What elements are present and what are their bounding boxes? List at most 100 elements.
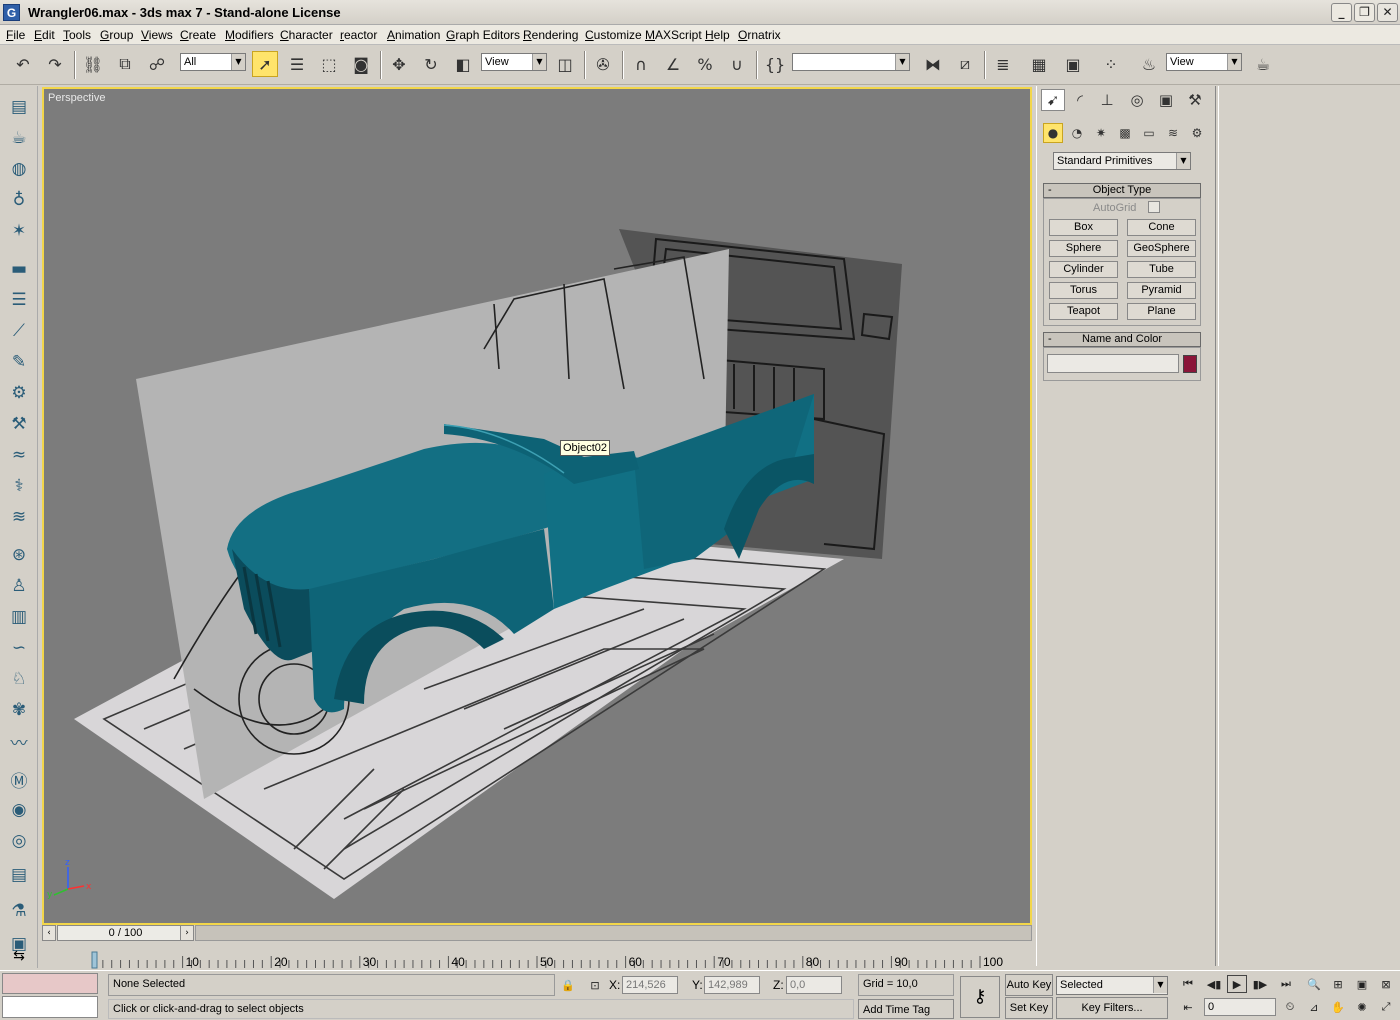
restore-button[interactable]: ❐ <box>1354 3 1375 22</box>
selection-filter-dropdown[interactable]: All ▼ <box>180 53 246 71</box>
undo-icon[interactable]: ↶ <box>10 51 36 77</box>
reactor-preview-icon[interactable]: ◉ <box>6 797 32 823</box>
space-warps-icon[interactable]: ≋ <box>1163 123 1183 143</box>
unlink-selection-icon[interactable]: ⧉ <box>112 51 138 77</box>
shapes-icon[interactable]: ◔ <box>1067 123 1087 143</box>
reactor-analyze-icon[interactable]: ◎ <box>6 828 32 854</box>
sphere-button[interactable]: Sphere <box>1049 240 1118 257</box>
modifier-gear-icon[interactable]: ⚙ <box>6 380 32 406</box>
auto-key-button[interactable]: Auto Key <box>1005 974 1053 996</box>
zoom-extents-all-icon[interactable]: ⊠ <box>1376 975 1396 993</box>
menu-create[interactable]: Create <box>180 28 216 42</box>
menu-rendering[interactable]: Rendering <box>523 28 578 42</box>
box-button[interactable]: Box <box>1049 219 1118 236</box>
object-color-swatch[interactable] <box>1183 355 1197 373</box>
go-to-end-icon[interactable]: ⏭ <box>1276 975 1296 993</box>
select-and-scale-icon[interactable]: ◧ <box>450 51 476 77</box>
modifier-bend-icon[interactable]: ⟋ <box>6 318 32 344</box>
cameras-icon[interactable]: ▩ <box>1115 123 1135 143</box>
maximize-viewport-icon[interactable]: ⤢ <box>1376 998 1396 1016</box>
quick-render-teapot-icon[interactable]: ☕ <box>1250 51 1276 77</box>
helpers-icon[interactable]: ▭ <box>1139 123 1159 143</box>
menu-reactor[interactable]: reactor <box>340 28 377 42</box>
align-icon[interactable]: ⧄ <box>952 51 978 77</box>
pivot-center-icon[interactable]: ◫ <box>552 51 578 77</box>
select-object-icon[interactable]: ➚ <box>252 51 278 77</box>
menu-graph-editors[interactable]: Graph Editors <box>446 28 520 42</box>
select-and-move-icon[interactable]: ✥ <box>386 51 412 77</box>
plane-button[interactable]: Plane <box>1127 303 1196 320</box>
motion-tab-icon[interactable]: ◎ <box>1125 89 1149 111</box>
create-box-icon[interactable]: ▤ <box>6 94 32 120</box>
display-tab-icon[interactable]: ▣ <box>1154 89 1178 111</box>
menu-views[interactable]: Views <box>141 28 173 42</box>
maxscript-listener-mini[interactable] <box>2 973 98 994</box>
select-and-manipulate-icon[interactable]: ✇ <box>590 51 616 77</box>
object-name-field[interactable] <box>1047 354 1179 373</box>
field-of-view-icon[interactable]: ⊿ <box>1304 998 1324 1016</box>
create-sphere-icon[interactable]: ◍ <box>6 156 32 182</box>
menu-customize[interactable]: Customize <box>585 28 642 42</box>
zoom-all-icon[interactable]: ⊞ <box>1328 975 1348 993</box>
modifier-ffd-icon[interactable]: ⚒ <box>6 411 32 437</box>
autogrid-checkbox[interactable] <box>1148 201 1160 213</box>
bind-space-warp-icon[interactable]: ☍ <box>144 51 170 77</box>
reactor-rope-icon[interactable]: ∽ <box>6 635 32 661</box>
layer-manager-icon[interactable]: ≣ <box>990 51 1016 77</box>
modifier-twist-icon[interactable]: ≈ <box>6 442 32 468</box>
menu-modifiers[interactable]: Modifiers <box>225 28 274 42</box>
reactor-cloth-icon[interactable]: ▥ <box>6 604 32 630</box>
teapot-button[interactable]: Teapot <box>1049 303 1118 320</box>
menu-character[interactable]: Character <box>280 28 333 42</box>
zoom-extents-icon[interactable]: ▣ <box>1352 975 1372 993</box>
schematic-view-icon[interactable]: ▣ <box>1060 51 1086 77</box>
reactor-rigid-icon[interactable]: ⊛ <box>6 542 32 568</box>
material-editor-icon[interactable]: ⁘ <box>1098 51 1124 77</box>
percent-snap-icon[interactable]: % <box>692 51 718 77</box>
create-cylinder-icon[interactable]: ☰ <box>6 287 32 313</box>
systems-icon[interactable]: ⚙ <box>1187 123 1207 143</box>
menu-ornatrix[interactable]: Ornatrix <box>738 28 781 42</box>
curve-editor-icon[interactable]: ▦ <box>1026 51 1052 77</box>
x-coordinate-field[interactable]: 214,526 <box>622 976 678 994</box>
lights-icon[interactable]: ✷ <box>1091 123 1111 143</box>
menu-help[interactable]: Help <box>705 28 730 42</box>
select-and-rotate-icon[interactable]: ↻ <box>418 51 444 77</box>
reactor-wind-icon[interactable]: ✾ <box>6 697 32 723</box>
set-key-icon[interactable]: ⚷ <box>960 976 1000 1018</box>
render-type-dropdown[interactable]: View ▼ <box>1166 53 1242 71</box>
render-effects-icon[interactable]: ⚗ <box>6 898 32 924</box>
reference-coordinate-dropdown[interactable]: View ▼ <box>481 53 547 71</box>
time-slider-prev-icon[interactable]: ‹ <box>42 925 56 941</box>
pan-view-hand-icon[interactable]: ✋ <box>1328 998 1348 1016</box>
time-slider-next-icon[interactable]: › <box>180 925 194 941</box>
category-dropdown[interactable]: Standard Primitives ▼ <box>1053 152 1191 170</box>
render-scene-icon[interactable]: ♨ <box>1136 51 1162 77</box>
character-biped-icon[interactable]: ♙ <box>6 573 32 599</box>
snaps-toggle-icon[interactable]: ∩ <box>628 51 654 77</box>
3ds-max-logo-icon[interactable]: G <box>3 4 20 21</box>
modifier-taper-icon[interactable]: ✎ <box>6 349 32 375</box>
redo-icon[interactable]: ↷ <box>42 51 68 77</box>
hierarchy-tab-icon[interactable]: ⊥ <box>1095 89 1119 111</box>
y-coordinate-field[interactable]: 142,989 <box>704 976 760 994</box>
add-time-tag-button[interactable]: Add Time Tag <box>858 999 954 1019</box>
previous-frame-icon[interactable]: ◀▮ <box>1204 975 1224 993</box>
select-by-name-icon[interactable]: ☰ <box>284 51 310 77</box>
arc-rotate-icon[interactable]: ✺ <box>1352 998 1372 1016</box>
close-button[interactable]: ✕ <box>1377 3 1398 22</box>
zoom-icon[interactable]: 🔍 <box>1304 975 1324 993</box>
time-slider-track[interactable] <box>195 925 1032 941</box>
pyramid-button[interactable]: Pyramid <box>1127 282 1196 299</box>
play-icon[interactable]: ▶ <box>1227 975 1247 993</box>
mirror-icon[interactable]: ⧓ <box>920 51 946 77</box>
track-bar[interactable]: 10 20 30 40 50 60 70 80 90 100 <box>42 942 1032 970</box>
torus-button[interactable]: Torus <box>1049 282 1118 299</box>
track-bar-config-icon[interactable]: ⇆ <box>4 948 34 966</box>
time-slider-knob[interactable]: 0 / 100 <box>57 925 194 941</box>
menu-maxscript[interactable]: MAXScript <box>645 28 702 42</box>
time-slider[interactable]: ‹ 0 / 100 › <box>42 925 1032 941</box>
create-teapot-icon[interactable]: ☕ <box>6 125 32 151</box>
key-filters-button[interactable]: Key Filters... <box>1056 997 1168 1019</box>
lock-selection-icon[interactable]: 🔒 <box>558 976 578 994</box>
